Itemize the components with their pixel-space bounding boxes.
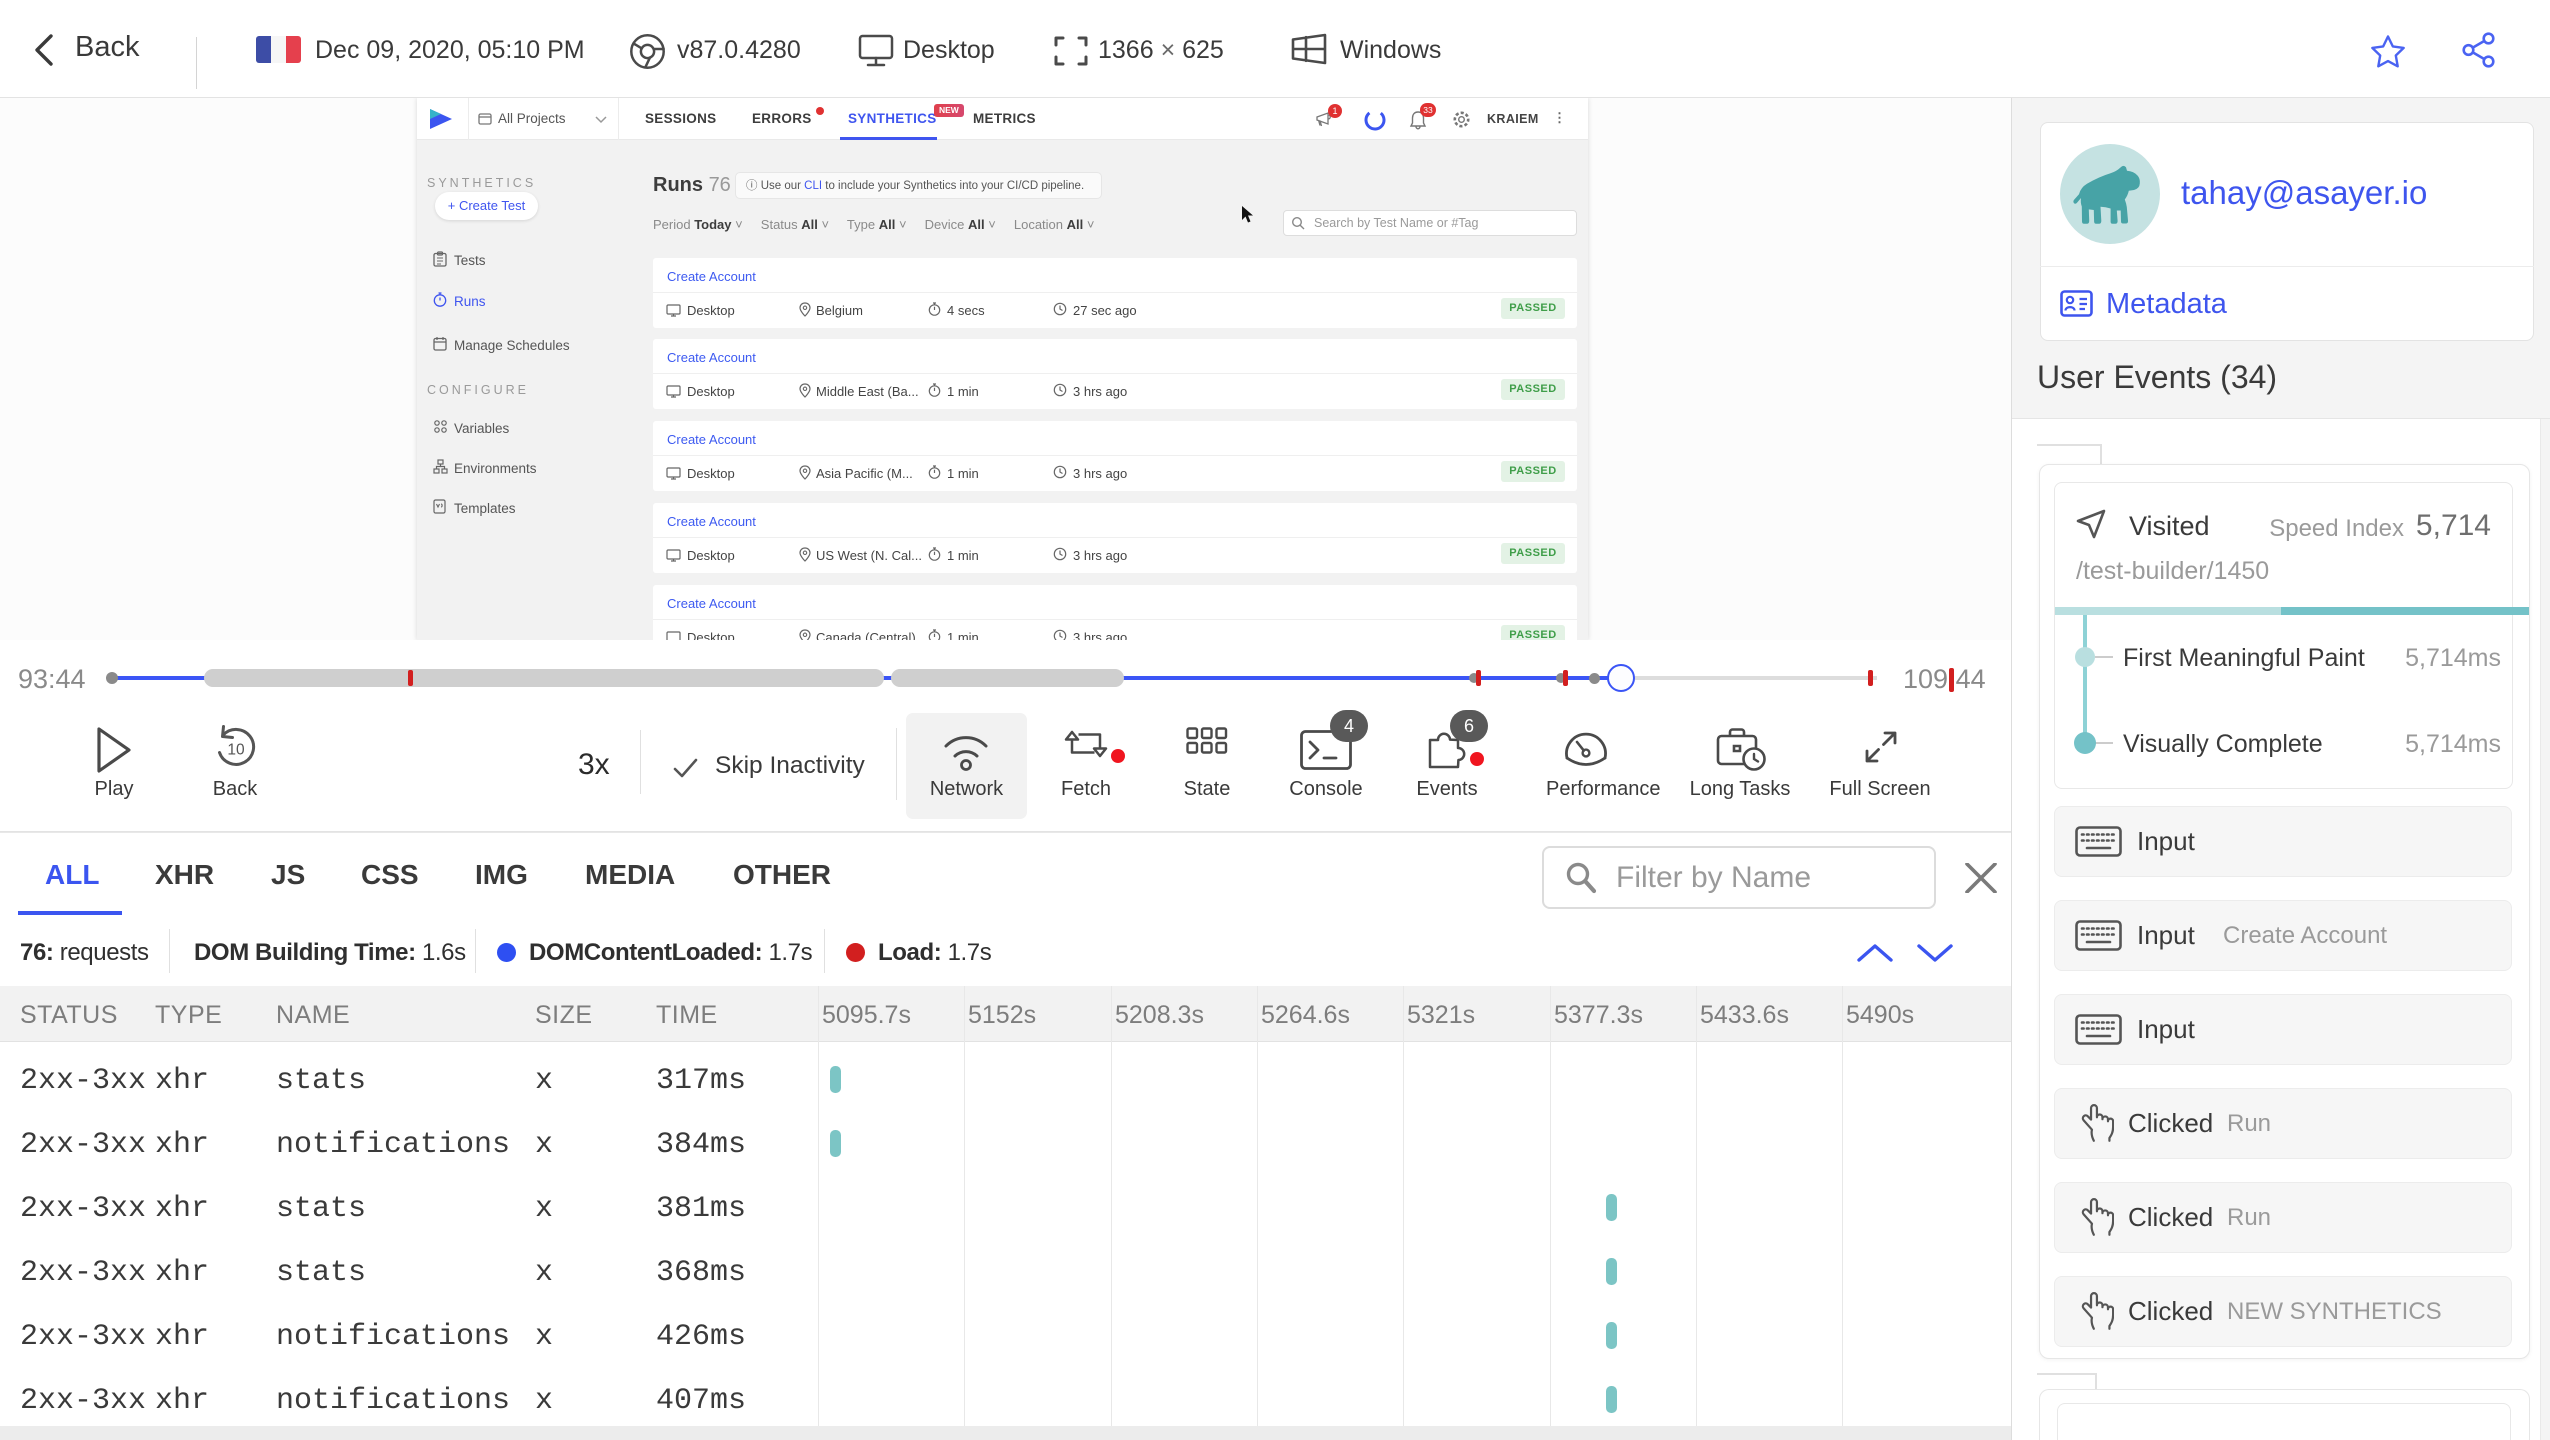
svg-text:10: 10: [227, 742, 245, 759]
